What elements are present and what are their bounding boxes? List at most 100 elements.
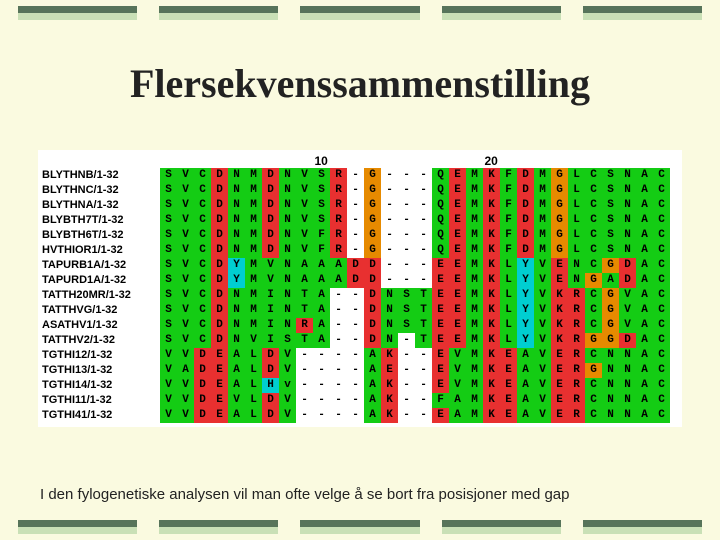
residue-cell: N [228,168,245,183]
residue-cell: D [262,408,279,423]
residue-cell: - [313,363,330,378]
residue-cell: M [245,318,262,333]
residue-cell: L [500,288,517,303]
residue-cell: D [211,213,228,228]
residue-cell: - [347,183,364,198]
residue-cell: D [262,243,279,258]
residue-cell: - [347,243,364,258]
residue-cell: V [177,303,194,318]
residue-cell: D [194,363,211,378]
residue-cell: E [551,408,568,423]
sequence-cells: SVCDNMDNVSR-G---QEMKFDMGLCSNAC [160,213,670,228]
decor-bar-top [0,6,720,20]
residue-cell: E [432,318,449,333]
alignment-row: HVTHIOR1/1-32SVCDNMDNVFR-G---QEMKFDMGLCS… [42,243,678,258]
residue-cell: - [398,183,415,198]
residue-cell: K [483,303,500,318]
residue-cell: E [500,393,517,408]
alignment-row: ASATHV1/1-32SVCDNMINRA--DNSTEEMKLYVKRCGV… [42,318,678,333]
residue-cell: D [517,243,534,258]
residue-cell: R [568,378,585,393]
residue-cell: - [296,393,313,408]
residue-cell: - [381,213,398,228]
residue-cell: C [653,303,670,318]
residue-cell: - [347,393,364,408]
residue-cell: S [602,228,619,243]
residue-cell: M [466,213,483,228]
residue-cell: M [245,303,262,318]
residue-cell: M [245,273,262,288]
sequence-cells: VVDEALDV----AK--EAMKEAVERCNNAC [160,408,670,423]
residue-cell: N [619,408,636,423]
residue-cell: A [313,333,330,348]
alignment-row: TGTHI41/1-32VVDEALDV----AK--EAMKEAVERCNN… [42,408,678,423]
residue-cell: - [415,378,432,393]
residue-cell: - [415,348,432,363]
residue-cell: L [245,348,262,363]
residue-cell: - [296,408,313,423]
residue-cell: E [449,303,466,318]
residue-cell: V [177,378,194,393]
residue-cell: T [415,288,432,303]
residue-cell: G [602,303,619,318]
residue-cell: E [211,378,228,393]
residue-cell: A [177,363,194,378]
residue-cell: D [262,228,279,243]
residue-cell: - [398,378,415,393]
residue-cell: - [330,408,347,423]
residue-cell: R [568,393,585,408]
residue-cell: Y [517,273,534,288]
residue-cell: V [449,378,466,393]
residue-cell: E [432,363,449,378]
residue-cell: C [585,348,602,363]
residue-cell: C [585,213,602,228]
residue-cell: V [534,333,551,348]
residue-cell: F [500,228,517,243]
residue-cell: V [262,258,279,273]
residue-cell: N [602,378,619,393]
residue-cell: V [296,168,313,183]
residue-cell: A [602,273,619,288]
residue-cell: V [534,363,551,378]
residue-cell: G [364,243,381,258]
residue-cell: A [636,213,653,228]
residue-cell: M [534,198,551,213]
residue-cell: K [483,348,500,363]
residue-cell: T [296,303,313,318]
residue-cell: v [279,378,296,393]
residue-cell: - [313,408,330,423]
sequence-name: TATTH20MR/1-32 [42,288,160,303]
residue-cell: E [449,333,466,348]
residue-cell: - [381,273,398,288]
residue-cell: S [398,303,415,318]
alignment-row: TGTHI12/1-32VVDEALDV----AK--EVMKEAVERCNN… [42,348,678,363]
residue-cell: S [160,168,177,183]
residue-cell: M [534,228,551,243]
residue-cell: A [364,408,381,423]
sequence-cells: SVCDNMINTA--DNSTEEMKLYVKRCGVAC [160,288,670,303]
residue-cell: E [211,363,228,378]
residue-cell: L [245,363,262,378]
alignment-row: BLYTHNA/1-32SVCDNMDNVSR-G---QEMKFDMGLCSN… [42,198,678,213]
residue-cell: K [483,408,500,423]
residue-cell: G [585,273,602,288]
residue-cell: N [228,288,245,303]
residue-cell: D [211,258,228,273]
residue-cell: E [551,258,568,273]
residue-cell: S [160,333,177,348]
residue-cell: N [279,258,296,273]
residue-cell: - [347,408,364,423]
residue-cell: - [381,168,398,183]
residue-cell: V [177,288,194,303]
residue-cell: F [313,243,330,258]
alignment-row: TGTHI14/1-32VVDEALHv----AK--EVMKEAVERCNN… [42,378,678,393]
residue-cell: N [619,363,636,378]
residue-cell: S [160,198,177,213]
residue-cell: C [585,318,602,333]
residue-cell: A [636,183,653,198]
residue-cell: A [517,408,534,423]
residue-cell: E [551,348,568,363]
sequence-cells: SVCDNMDNVSR-G---QEMKFDMGLCSNAC [160,183,670,198]
residue-cell: K [483,393,500,408]
residue-cell: C [194,333,211,348]
